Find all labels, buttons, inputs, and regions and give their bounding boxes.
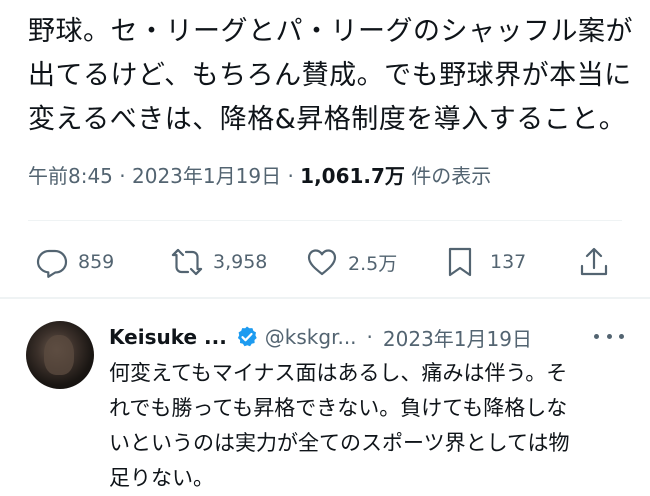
reply-text-line: れでも勝っても昇格できない。負けても降格しな — [109, 396, 568, 420]
avatar-face — [44, 335, 74, 375]
reply-icon — [36, 249, 68, 278]
action-bar: 859 3,958 2.5万 137 — [28, 240, 618, 284]
reply-date[interactable]: 2023年1月19日 — [383, 323, 532, 352]
more-dot — [606, 333, 612, 339]
tweet-date[interactable]: 2023年1月19日 — [132, 164, 281, 188]
tweet-text-line: 変えるべきは、降格&昇格制度を導入すること。 — [28, 104, 627, 135]
reply-text: 何変えてもマイナス面はあるし、痛みは伴う。そ れでも勝っても昇格できない。負けて… — [109, 356, 629, 496]
more-options-icon[interactable] — [594, 324, 624, 348]
bookmark-count: 137 — [490, 251, 527, 273]
reply-header: Keisuke ... @kskgr... · 2023年1月19日 — [109, 322, 532, 352]
reply-author-handle[interactable]: @kskgr... — [265, 325, 357, 349]
reply-count: 859 — [78, 251, 115, 273]
retweet-count: 3,958 — [213, 251, 268, 273]
like-count: 2.5万 — [348, 252, 398, 275]
reply-text-line: いというのは実力が全てのスポーツ界としては物 — [109, 431, 570, 455]
share-icon — [580, 247, 608, 276]
meta-separator: · — [287, 164, 294, 188]
meta-separator: · — [119, 164, 126, 188]
bookmark-button[interactable]: 137 — [444, 240, 526, 284]
views-label: 件の表示 — [411, 164, 492, 188]
retweet-icon — [171, 248, 203, 276]
tweet-text: 野球。セ・リーグとパ・リーグのシャッフル案が 出てるけど、もちろん賛成。でも野球… — [28, 10, 638, 142]
reply-author-name[interactable]: Keisuke ... — [109, 325, 227, 349]
reply-button[interactable]: 859 — [36, 240, 114, 284]
more-dot — [619, 333, 624, 339]
section-divider — [0, 297, 650, 299]
like-icon — [307, 249, 337, 276]
like-button[interactable]: 2.5万 — [306, 240, 397, 284]
divider — [28, 220, 622, 221]
tweet-text-line: 出てるけど、もちろん賛成。でも野球界が本当に — [28, 60, 632, 91]
avatar[interactable] — [26, 321, 94, 389]
tweet-text-line: 野球。セ・リーグとパ・リーグのシャッフル案が — [28, 16, 633, 47]
views-count[interactable]: 1,061.7万 — [300, 164, 405, 188]
reply-separator: · — [366, 325, 373, 349]
bookmark-icon — [448, 247, 472, 277]
tweet-time[interactable]: 午前8:45 — [28, 164, 113, 188]
retweet-button[interactable]: 3,958 — [171, 240, 267, 284]
reply-text-line: 足りない。 — [109, 466, 214, 490]
reply-text-line: 何変えてもマイナス面はあるし、痛みは伴う。そ — [109, 361, 568, 385]
more-dot — [594, 333, 599, 339]
tweet-meta: 午前8:45 · 2023年1月19日 · 1,061.7万 件の表示 — [28, 160, 491, 189]
share-button[interactable] — [578, 240, 610, 284]
verified-badge-icon — [237, 326, 257, 347]
